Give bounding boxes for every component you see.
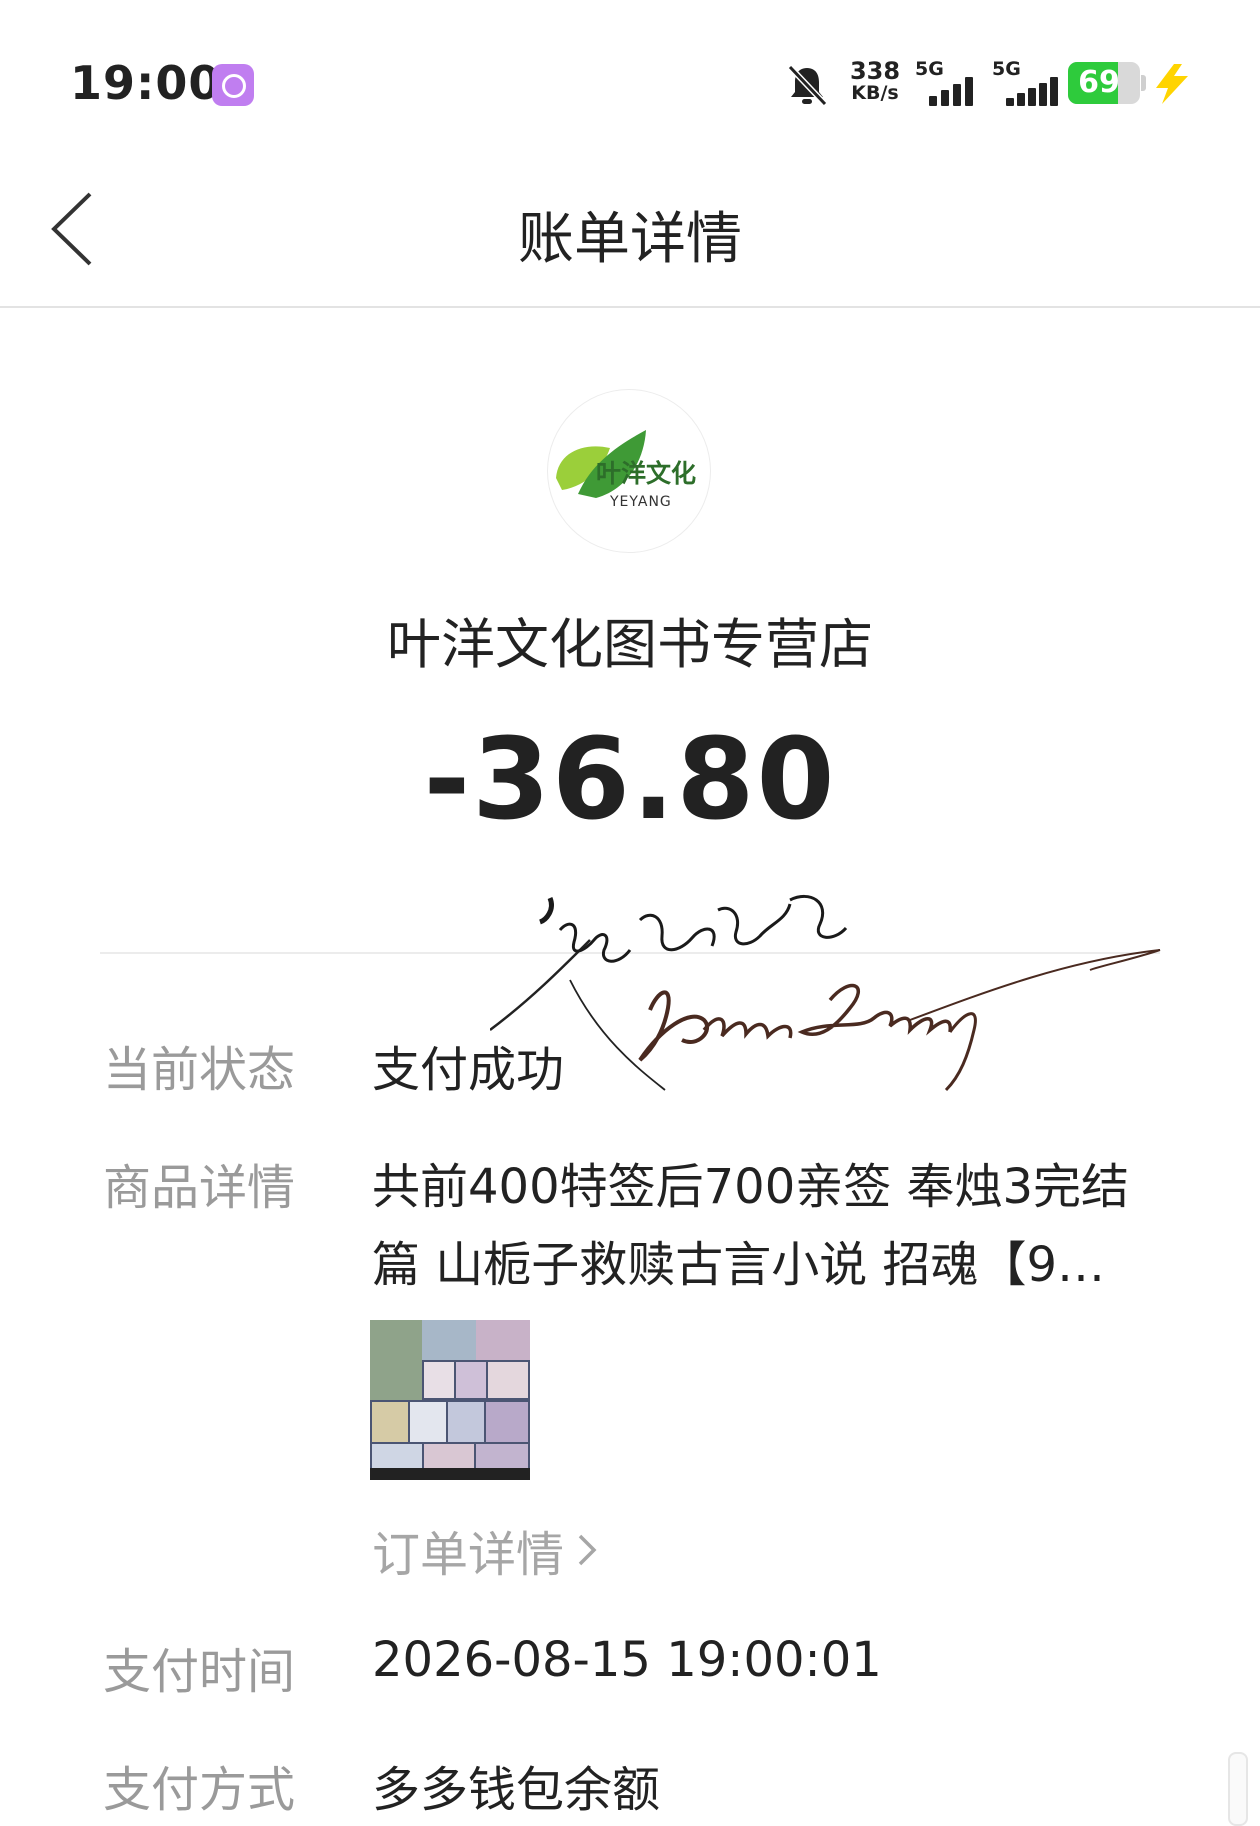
status-time: 19:00 <box>70 56 222 110</box>
status-label: 当前状态 <box>103 1042 296 1098</box>
battery-level: 69 <box>1078 65 1120 100</box>
order-details-link[interactable]: 订单详情 <box>372 1515 600 1585</box>
signal-icon: 5G <box>992 58 1062 110</box>
pay-method-value: 多多钱包余额 <box>372 1762 661 1818</box>
pay-time-value: 2026-08-15 19:00:01 <box>372 1632 882 1688</box>
network-speed-unit: KB/s <box>851 82 899 104</box>
signature-watermark <box>490 894 1161 1092</box>
charging-icon <box>1156 64 1188 104</box>
logo-subtext: YEYANG <box>609 494 672 510</box>
battery-icon: 69 <box>1068 62 1140 104</box>
scrollbar[interactable] <box>1228 1752 1248 1826</box>
nav-header: 账单详情 <box>0 150 1260 308</box>
merchant-logo: 叶洋文化 YEYANG <box>548 390 710 552</box>
signal-icon: 5G <box>915 58 985 110</box>
status-value: 支付成功 <box>372 1042 565 1098</box>
pay-time-label: 支付时间 <box>103 1644 296 1700</box>
payment-amount: -36.80 <box>423 715 837 845</box>
chevron-right-icon <box>578 1534 597 1566</box>
pay-method-label: 支付方式 <box>103 1762 296 1818</box>
battery-tip <box>1141 75 1146 91</box>
mute-bell-icon <box>787 64 828 107</box>
network-speed-value: 338 <box>849 57 901 85</box>
leaf-logo-icon: 叶洋文化 YEYANG <box>556 430 696 510</box>
product-label: 商品详情 <box>103 1160 296 1216</box>
product-image <box>370 1320 530 1480</box>
logo-text: 叶洋文化 <box>596 459 696 488</box>
app-notification-icon <box>212 64 254 106</box>
product-thumbnail[interactable] <box>370 1320 530 1480</box>
status-bar: 19:00 338 KB/s 5G 5G 69 <box>0 0 1260 150</box>
product-description[interactable]: 共前400特签后700亲签 奉烛3完结篇 山栀子救赎古言小说 招魂【9… <box>372 1148 1162 1304</box>
order-details-label: 订单详情 <box>372 1527 565 1583</box>
merchant-name: 叶洋文化图书专营店 <box>387 613 873 676</box>
network-speed: 338 KB/s <box>845 57 905 104</box>
page-title: 账单详情 <box>518 207 742 272</box>
